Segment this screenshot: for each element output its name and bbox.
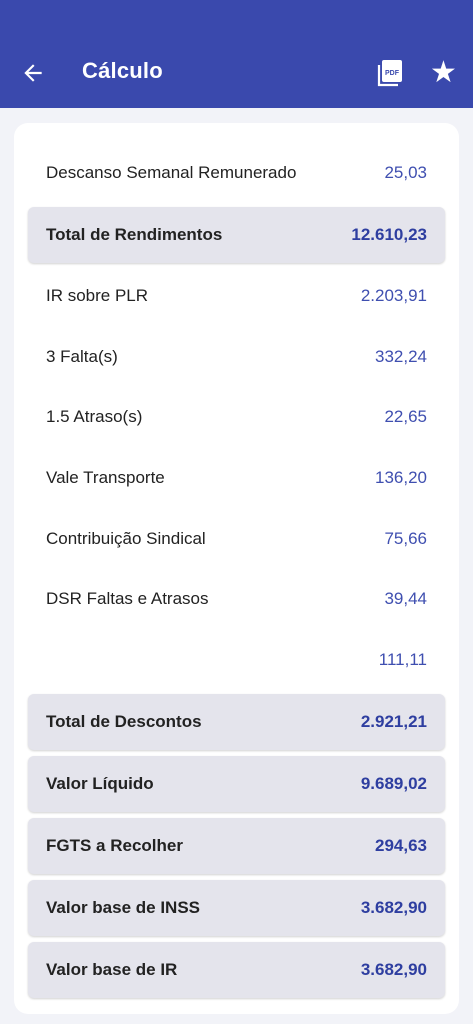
star-icon[interactable]: ★	[430, 56, 457, 90]
row-label: Valor base de IR	[46, 960, 178, 979]
row-label: Valor base de INSS	[46, 898, 201, 917]
row-label: Contribuição Sindical	[46, 529, 206, 548]
row-value: 111,11	[378, 650, 427, 669]
row-label: Vale Transporte	[46, 468, 165, 487]
app-bar: Cálculo PDF ★	[0, 0, 473, 108]
page-title: Cálculo	[82, 58, 163, 83]
row-contribuicao-sindical: Contribuição Sindical 75,66	[28, 512, 445, 566]
row-label: 1.5 Atraso(s)	[46, 407, 143, 426]
row-value: 39,44	[384, 589, 427, 608]
row-value: 9.689,02	[360, 774, 427, 793]
row-value: 75,66	[384, 529, 427, 548]
svg-text:PDF: PDF	[385, 70, 400, 77]
row-value: 25,03	[384, 163, 427, 182]
row-vale-transporte: Vale Transporte 136,20	[28, 451, 445, 505]
calculation-card: Descanso Semanal Remunerado 25,03 Total …	[14, 123, 459, 1014]
row-label: FGTS a Recolher	[46, 836, 183, 855]
row-value: 136,20	[375, 468, 427, 487]
pdf-icon[interactable]: PDF	[376, 58, 404, 88]
row-value: 2.921,21	[360, 712, 427, 731]
row-faltas: 3 Falta(s) 332,24	[28, 330, 445, 384]
row-valor-liquido: Valor Líquido 9.689,02	[28, 756, 445, 812]
arrow-left-icon[interactable]	[20, 60, 46, 86]
row-label: Total de Descontos	[46, 712, 202, 731]
row-value: 3.682,90	[360, 960, 427, 979]
row-dsr-faltas-atrasos: DSR Faltas e Atrasos 39,44	[28, 572, 445, 626]
row-descanso-semanal: Descanso Semanal Remunerado 25,03	[28, 146, 445, 200]
row-label: 3 Falta(s)	[46, 347, 118, 366]
row-total-rendimentos: Total de Rendimentos 12.610,23	[28, 207, 445, 263]
row-value: 2.203,91	[360, 286, 427, 305]
row-value: 332,24	[375, 347, 427, 366]
row-fgts: FGTS a Recolher 294,63	[28, 818, 445, 874]
row-atrasos: 1.5 Atraso(s) 22,65	[28, 390, 445, 444]
row-total-descontos: Total de Descontos 2.921,21	[28, 694, 445, 750]
row-label: Descanso Semanal Remunerado	[46, 163, 297, 182]
row-value: 22,65	[384, 407, 427, 426]
row-label: IR sobre PLR	[46, 286, 149, 305]
row-label: DSR Faltas e Atrasos	[46, 589, 209, 608]
row-value: 3.682,90	[360, 898, 427, 917]
row-base-ir: Valor base de IR 3.682,90	[28, 942, 445, 998]
row-label: Total de Rendimentos	[46, 225, 223, 244]
row-ir-plr: IR sobre PLR 2.203,91	[28, 269, 445, 323]
row-value: 294,63	[375, 836, 427, 855]
row-value: 12.610,23	[351, 225, 427, 244]
row-base-inss: Valor base de INSS 3.682,90	[28, 880, 445, 936]
row-label: Valor Líquido	[46, 774, 154, 793]
row-unlabeled: 111,11	[28, 633, 445, 687]
